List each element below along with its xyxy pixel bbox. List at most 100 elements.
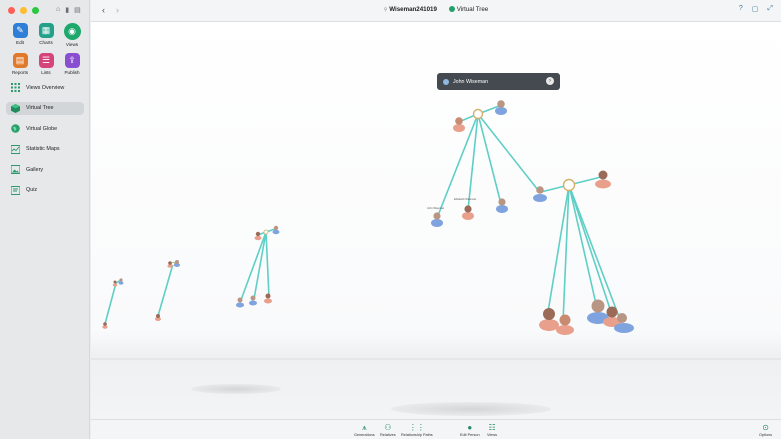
union-node[interactable] <box>562 178 576 192</box>
views-label: Views <box>487 433 498 437</box>
title-bar: ‹ › ⚲ Wiseman241019 Virtual Tree ? ▢ ⤢ <box>91 0 781 22</box>
person-figure[interactable] <box>431 212 443 227</box>
person-figure[interactable] <box>249 295 257 306</box>
options-button[interactable]: ⊙ Options <box>759 423 772 437</box>
tool-grid: ✎ Edit ▦ Charts ◉ Views ▤ Reports ☰ List… <box>7 23 85 75</box>
views-list-icon: ☷ <box>488 423 496 432</box>
virtual-tree-canvas[interactable]: John Wiseman Elizabeth Wiseman John Wise… <box>91 22 781 419</box>
sidebar-item-label: Views Overview <box>26 84 65 91</box>
relationship-paths-label: Relationship Paths <box>401 433 433 437</box>
person-figure[interactable] <box>539 308 559 331</box>
tool-publish[interactable]: ⇪ Publish <box>59 53 85 75</box>
person-figure[interactable] <box>595 170 611 189</box>
person-figure[interactable] <box>254 231 262 241</box>
cube-icon <box>11 103 20 113</box>
person-figure[interactable] <box>264 293 272 304</box>
views-button[interactable]: ☷ Views <box>487 423 497 437</box>
sidebar-top-icons: ⌂ ▮ ▤ <box>56 6 81 14</box>
person-tooltip[interactable]: John Wiseman › <box>437 73 560 90</box>
globe-icon <box>11 124 20 133</box>
window-title: ⚲ Wiseman241019 Virtual Tree <box>91 6 781 13</box>
close-window-button[interactable] <box>8 7 15 14</box>
sidebar-item-label: Quiz <box>26 187 38 194</box>
person-figure[interactable] <box>533 186 547 202</box>
chevron-right-icon[interactable]: › <box>546 77 554 85</box>
avatar <box>443 78 449 85</box>
sidebar-item-label: Virtual Globe <box>26 125 58 132</box>
person-figures <box>102 100 634 335</box>
edit-person-button[interactable]: ● Edit Person <box>460 423 480 437</box>
person-label: John Wiseman <box>427 207 445 210</box>
family-tree-graph <box>102 100 634 335</box>
virtual-tree-icon <box>448 6 455 12</box>
relationship-paths-icon: ⋮⋮ <box>408 423 425 432</box>
edit-person-label: Edit Person <box>460 433 480 437</box>
person-figure[interactable] <box>236 297 244 308</box>
gallery-icon <box>10 165 21 175</box>
generations-icon: ⩚ <box>362 423 367 432</box>
sidebar-item-views-overview[interactable]: Views Overview <box>6 81 84 94</box>
grid-icon <box>11 83 20 92</box>
help-icon[interactable]: ? <box>739 5 743 13</box>
relatives-icon: ⚇ <box>384 423 392 432</box>
sidebar-item-label: Gallery <box>26 166 44 173</box>
tool-charts[interactable]: ▦ Charts <box>33 23 59 47</box>
minimize-window-button[interactable] <box>20 7 27 14</box>
publish-icon: ⇪ <box>64 53 80 68</box>
sidebar-item-statistic-maps[interactable]: Statistic Maps <box>6 143 84 156</box>
fullscreen-icon[interactable]: ⤢ <box>767 5 773 13</box>
union-node[interactable] <box>263 229 269 235</box>
tag-icon[interactable]: ⌂ <box>56 6 60 14</box>
sidebar-item-virtual-tree[interactable]: Virtual Tree <box>6 101 84 115</box>
tool-label: Edit <box>16 40 24 45</box>
tool-label: Publish <box>64 70 80 75</box>
window-controls <box>8 7 39 14</box>
generations-label: Generations <box>354 433 375 437</box>
zoom-window-button[interactable] <box>32 7 39 14</box>
options-label: Options <box>759 433 773 437</box>
sidebar-item-virtual-globe[interactable]: Virtual Globe <box>6 122 84 135</box>
file-icon: ⚲ <box>383 7 388 13</box>
tooltip-person-name: John Wiseman <box>453 78 489 85</box>
file-name: Wiseman241019 <box>389 6 437 13</box>
window-layout-icon[interactable]: ▢ <box>752 5 759 13</box>
bookmark-icon[interactable]: ▮ <box>65 6 69 14</box>
person-figure[interactable] <box>155 314 161 321</box>
tool-views[interactable]: ◉ Views <box>59 23 85 47</box>
union-node[interactable] <box>472 108 484 120</box>
relatives-label: Relatives <box>380 433 396 437</box>
quiz-icon <box>10 185 21 195</box>
titlebar-right-icons: ? ▢ ⤢ <box>739 5 773 13</box>
tool-reports[interactable]: ▤ Reports <box>7 53 33 75</box>
tool-lists[interactable]: ☰ Lists <box>33 53 59 75</box>
sidebar-item-quiz[interactable]: Quiz <box>6 184 84 197</box>
map-icon <box>10 144 21 154</box>
sidebar-item-gallery[interactable]: Gallery <box>6 163 84 176</box>
person-figure[interactable] <box>496 198 508 213</box>
sidebar-nav: Views Overview Virtual Tree Virtual Glob… <box>6 81 84 205</box>
person-figure[interactable] <box>462 205 474 220</box>
generations-button[interactable]: ⩚ Generations <box>354 423 375 437</box>
pencil-icon: ✎ <box>12 23 28 38</box>
view-title: Virtual Tree <box>448 6 489 13</box>
person-figure[interactable] <box>102 322 108 329</box>
person-icon: ● <box>467 423 473 432</box>
lists-icon: ☰ <box>38 53 54 68</box>
relatives-button[interactable]: ⚇ Relatives <box>380 423 396 437</box>
sidebar-item-label: Virtual Tree <box>26 105 54 112</box>
sidebar: ⌂ ▮ ▤ ✎ Edit ▦ Charts ◉ Views ▤ Reports … <box>0 0 90 439</box>
options-icon: ⊙ <box>762 423 769 432</box>
sidebar-toggle-icon[interactable]: ▤ <box>74 6 81 14</box>
bottom-toolbar: ⩚ Generations ⚇ Relatives ⋮⋮ Relationshi… <box>91 419 781 439</box>
eye-icon: ◉ <box>63 23 81 40</box>
person-label: Elizabeth Wiseman <box>454 198 477 201</box>
tool-label: Lists <box>41 70 51 75</box>
view-name: Virtual Tree <box>456 6 489 13</box>
charts-icon: ▦ <box>38 23 54 38</box>
tool-label: Reports <box>11 70 29 75</box>
tool-label: Charts <box>39 40 53 45</box>
relationship-paths-button[interactable]: ⋮⋮ Relationship Paths <box>401 423 433 437</box>
sidebar-item-label: Statistic Maps <box>26 146 60 153</box>
reports-icon: ▤ <box>12 53 28 68</box>
tool-edit[interactable]: ✎ Edit <box>7 23 33 47</box>
